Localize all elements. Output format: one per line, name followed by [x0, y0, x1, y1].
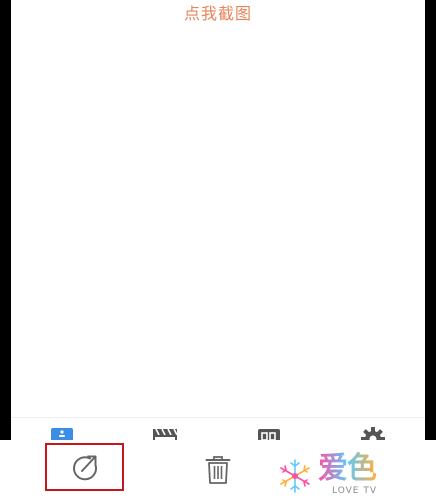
share-icon [72, 455, 97, 481]
app-content-area: 点我截图 [11, 0, 425, 441]
screenshot-link[interactable]: 点我截图 [11, 4, 425, 24]
trash-icon [205, 456, 231, 484]
screen: 点我截图 爱色 LOVE TV [0, 0, 436, 500]
gear-icon [361, 427, 385, 441]
share-button[interactable] [45, 443, 124, 491]
snowflake-icon [280, 459, 310, 493]
delete-button[interactable] [204, 454, 232, 486]
watermark-subtext: LOVE TV [332, 486, 377, 496]
photo-icon [51, 428, 73, 441]
watermark-text: 爱色 [318, 451, 377, 486]
tab-photo[interactable] [49, 426, 75, 441]
clapperboard-icon [153, 428, 178, 441]
calendar-icon [258, 429, 280, 441]
bottom-tab-bar [11, 417, 425, 441]
watermark-logo: 爱色 LOVE TV [276, 452, 396, 498]
tab-video[interactable] [152, 426, 178, 441]
tab-settings[interactable] [360, 426, 386, 441]
tab-calendar[interactable] [256, 426, 282, 441]
